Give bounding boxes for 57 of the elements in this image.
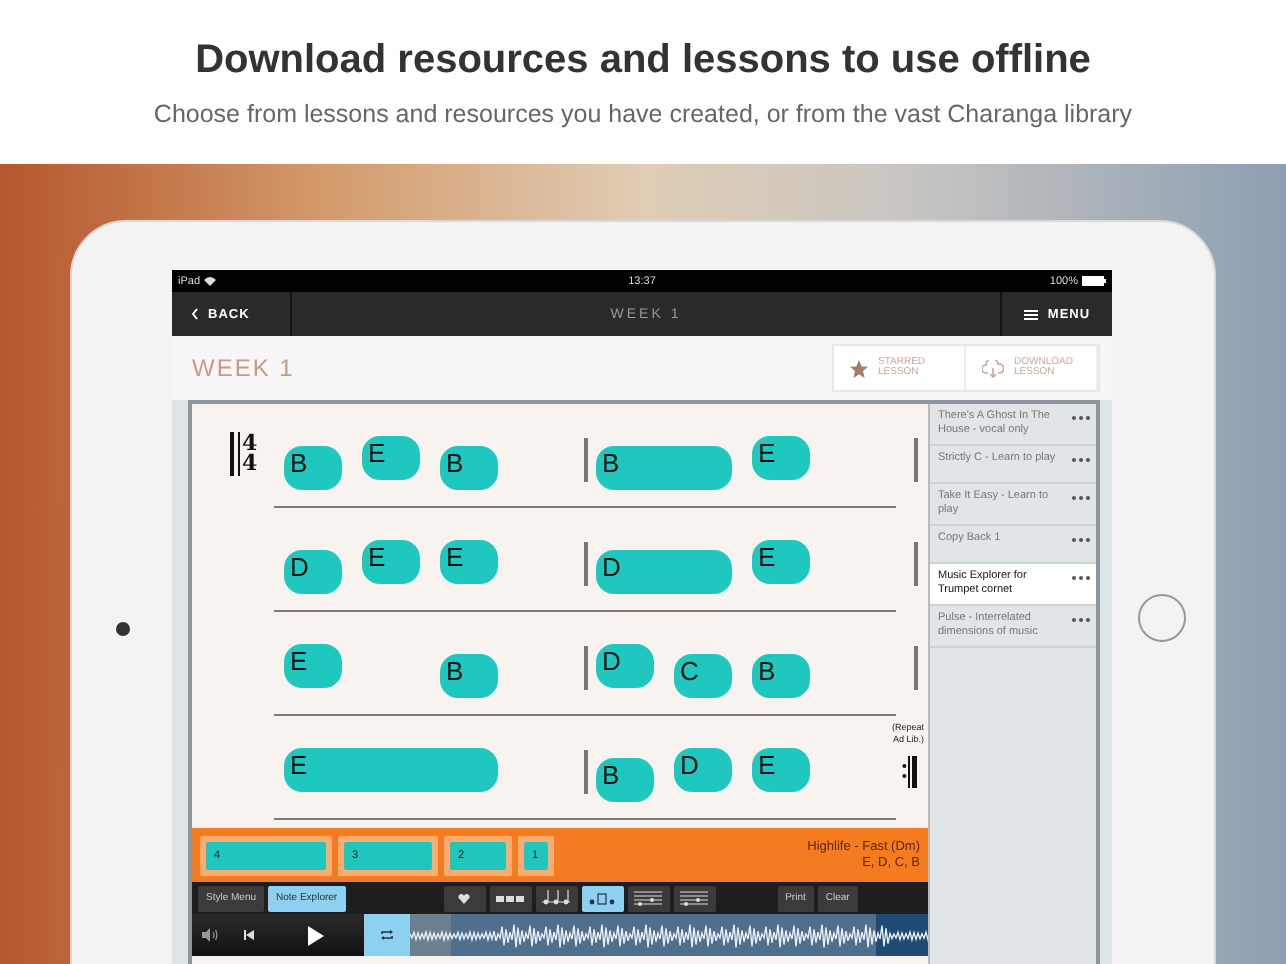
barline (584, 542, 588, 586)
blocks-icon (496, 895, 525, 901)
note-block: E (362, 540, 420, 584)
lesson-title: WEEK 1 (192, 354, 295, 382)
note-names-icon (588, 891, 617, 905)
note-block: D (596, 644, 654, 688)
barline (914, 646, 918, 690)
loop-icon (380, 930, 394, 940)
speaker-icon (202, 928, 218, 942)
barline (584, 750, 588, 794)
play-icon (308, 925, 324, 945)
home-button[interactable] (1138, 594, 1186, 642)
toolbar-button[interactable] (443, 885, 486, 911)
note-block: E (284, 644, 342, 688)
barline (584, 438, 588, 482)
note-block: E (440, 540, 498, 584)
note-block: D (596, 550, 732, 594)
barline (584, 646, 588, 690)
barline (914, 542, 918, 586)
battery-icon (1081, 276, 1106, 286)
toolbar-button[interactable] (535, 885, 578, 911)
start-barline (230, 432, 240, 476)
heart-icon (458, 893, 471, 903)
note-block: E (752, 540, 810, 584)
note-block: E (362, 436, 420, 480)
star-icon (850, 359, 868, 377)
camera-icon (116, 622, 130, 636)
note-block: B (440, 654, 498, 698)
note-block: B (596, 758, 654, 802)
skip-back-icon (243, 930, 253, 940)
staff-icon (680, 889, 709, 907)
note-block: D (284, 550, 342, 594)
page-subtitle: Choose from lessons and resources you have created, or from the vast Charanga library (153, 100, 1133, 128)
wifi-icon (204, 276, 217, 286)
barline (914, 438, 918, 482)
repeat-sign-icon (902, 756, 918, 788)
note-block: E (752, 748, 810, 792)
toolbar-button[interactable] (627, 885, 670, 911)
notes-icon (542, 890, 571, 906)
note-block: B (752, 654, 810, 698)
time-signature: 4 4 (242, 434, 258, 474)
menu-icon (1023, 309, 1038, 319)
note-block: B (440, 446, 498, 490)
note-block: D (674, 748, 732, 792)
note-block: C (674, 654, 732, 698)
chevron-left-icon (192, 308, 198, 320)
cloud-download-icon (982, 359, 1004, 377)
note-block: E (752, 436, 810, 480)
staff-icon (634, 889, 663, 907)
toolbar-button[interactable] (673, 885, 716, 911)
loop-button[interactable] (364, 914, 410, 956)
toolbar-button[interactable] (489, 885, 532, 911)
page-title: Download resources and lessons to use offline (195, 38, 1091, 84)
note-block: B (596, 446, 732, 490)
note-block: B (284, 446, 342, 490)
toolbar-button[interactable] (581, 885, 624, 911)
note-block: E (284, 748, 498, 792)
